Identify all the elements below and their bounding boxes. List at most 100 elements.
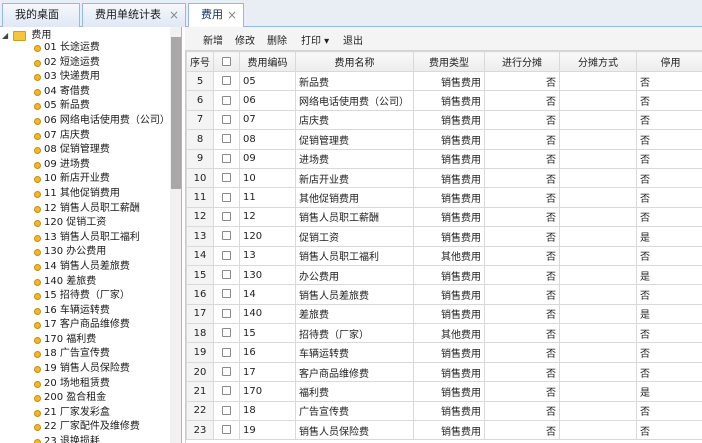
table-row[interactable]: 17 140 差旅费 销售费用否 是 <box>186 303 702 325</box>
table-row[interactable]: 9 09 进场费 销售费用否否 <box>186 148 702 169</box>
tree-item[interactable]: 18 广告宣传费 <box>0 347 168 362</box>
row-checkbox[interactable] <box>222 405 231 415</box>
tree-item[interactable]: 03 快递费用 <box>0 70 168 85</box>
table-row[interactable]: 5 05 新品费 销售费用否否 <box>186 70 702 92</box>
row-checkbox-cell[interactable] <box>213 187 240 208</box>
table-row[interactable]: 6 06 网络电话使用费（公司） 销售费用否否 <box>186 90 702 111</box>
col-header-alloc[interactable]: 进行分摊 <box>484 51 560 72</box>
row-checkbox-cell[interactable] <box>213 226 240 247</box>
col-header-type[interactable]: 费用类型 <box>413 51 485 72</box>
tree-item[interactable]: 16 车辆运转费 <box>0 304 168 319</box>
table-row[interactable]: 20 17 客户商品维修费 销售费用否否 <box>186 361 702 383</box>
col-header-no[interactable]: 序号 <box>186 51 214 72</box>
row-checkbox-cell[interactable] <box>213 264 240 286</box>
tree-item[interactable]: 05 新品费 <box>0 99 168 114</box>
tree-item[interactable]: 07 店庆费 <box>0 129 168 144</box>
table-row[interactable]: 18 15 招待费（厂家） 其他费用否否 <box>186 323 702 344</box>
table-row[interactable]: 15 130 办公费用 销售费用否 是 <box>186 264 702 286</box>
row-checkbox-cell[interactable] <box>213 323 240 344</box>
row-checkbox-cell[interactable] <box>213 420 240 441</box>
delete-button[interactable]: 删除 <box>267 32 287 47</box>
tree-item[interactable]: 170 福利费 <box>0 333 168 348</box>
tree-item[interactable]: 01 长途运费 <box>0 41 168 56</box>
row-checkbox[interactable] <box>222 192 231 202</box>
tree-item[interactable]: 140 差旅费 <box>0 275 168 290</box>
select-all-checkbox[interactable] <box>222 56 231 66</box>
tree-item[interactable]: 08 促销管理费 <box>0 143 168 158</box>
row-checkbox-cell[interactable] <box>213 245 240 266</box>
row-checkbox-cell[interactable] <box>213 400 240 422</box>
col-header-method[interactable]: 分摊方式 <box>559 51 637 72</box>
row-checkbox-cell[interactable] <box>213 303 240 325</box>
tab-expense[interactable]: 费用 × <box>188 3 244 28</box>
row-checkbox-cell[interactable] <box>213 148 240 169</box>
row-checkbox[interactable] <box>222 250 231 260</box>
row-checkbox-cell[interactable] <box>213 109 240 131</box>
tree-item[interactable]: 20 场地租赁费 <box>0 377 168 392</box>
row-checkbox[interactable] <box>222 76 231 86</box>
tree-item[interactable]: 09 进场费 <box>0 158 168 173</box>
row-checkbox[interactable] <box>222 153 231 163</box>
col-header-name[interactable]: 费用名称 <box>295 51 414 72</box>
col-header-select[interactable] <box>213 51 240 72</box>
table-row[interactable]: 12 12 销售人员职工薪酬 销售费用否否 <box>186 206 702 228</box>
row-checkbox[interactable] <box>222 308 231 318</box>
col-header-code[interactable]: 费用编码 <box>239 51 296 72</box>
table-row[interactable]: 23 19 销售人员保险费 销售费用否否 <box>186 420 702 441</box>
row-checkbox-cell[interactable] <box>213 129 240 150</box>
tree-item[interactable]: 13 销售人员职工福利 <box>0 231 168 246</box>
close-icon[interactable]: × <box>169 4 179 26</box>
row-checkbox[interactable] <box>222 425 231 435</box>
row-checkbox[interactable] <box>222 367 231 377</box>
table-row[interactable]: 8 08 促销管理费 销售费用否否 <box>186 129 702 150</box>
table-row[interactable]: 16 14 销售人员差旅费 销售费用否否 <box>186 284 702 305</box>
tree-item[interactable]: 06 网络电话使用费（公司） <box>0 114 170 129</box>
tab-expense-stats[interactable]: 费用单统计表 × <box>82 3 186 27</box>
row-checkbox[interactable] <box>222 270 231 280</box>
row-checkbox[interactable] <box>222 211 231 221</box>
row-checkbox[interactable] <box>222 134 231 144</box>
table-row[interactable]: 11 11 其他促销费用 销售费用否否 <box>186 187 702 208</box>
row-checkbox[interactable] <box>222 328 231 338</box>
row-checkbox-cell[interactable] <box>213 167 240 189</box>
tree-item[interactable]: 17 客户商品维修费 <box>0 318 168 333</box>
exit-button[interactable]: 退出 <box>343 32 363 47</box>
table-row[interactable]: 19 16 车辆运转费 销售费用否否 <box>186 342 702 363</box>
tree-item[interactable]: 10 新店开业费 <box>0 172 168 187</box>
scrollbar-thumb[interactable] <box>171 37 181 189</box>
row-checkbox-cell[interactable] <box>213 206 240 228</box>
tree-item[interactable]: 130 办公费用 <box>0 245 168 260</box>
row-checkbox[interactable] <box>222 173 231 183</box>
add-button[interactable]: 新增 <box>203 32 223 47</box>
tree-scrollbar[interactable] <box>170 27 181 443</box>
tree-item[interactable]: 23 退换损耗 <box>0 435 168 443</box>
tree-item[interactable]: 12 销售人员职工薪酬 <box>0 202 168 217</box>
table-row[interactable]: 7 07 店庆费 销售费用否否 <box>186 109 702 131</box>
tree-item[interactable]: 11 其他促销费用 <box>0 187 168 202</box>
tree-item[interactable]: 200 盈合租金 <box>0 391 168 406</box>
table-row[interactable]: 14 13 销售人员职工福利 其他费用否否 <box>186 245 702 266</box>
row-checkbox-cell[interactable] <box>213 284 240 305</box>
row-checkbox-cell[interactable] <box>213 342 240 363</box>
tree-item[interactable]: 22 厂家配件及维修费 <box>0 420 168 435</box>
tab-desktop[interactable]: 我的桌面 <box>2 3 80 27</box>
row-checkbox-cell[interactable] <box>213 70 240 92</box>
table-row[interactable]: 22 18 广告宣传费 销售费用否否 <box>186 400 702 422</box>
table-row[interactable]: 13 120 促销工资 销售费用否 是 <box>186 226 702 247</box>
row-checkbox-cell[interactable] <box>213 381 240 402</box>
tree-item[interactable]: 14 销售人员差旅费 <box>0 260 168 275</box>
tree-item[interactable]: 02 短途运费 <box>0 56 168 71</box>
table-row[interactable]: 10 10 新店开业费 销售费用否否 <box>186 167 702 189</box>
print-button[interactable]: 打印 ▾ <box>301 32 329 47</box>
row-checkbox[interactable] <box>222 289 231 299</box>
row-checkbox[interactable] <box>222 386 231 396</box>
edit-button[interactable]: 修改 <box>235 32 255 47</box>
tree-item[interactable]: 04 寄借费 <box>0 85 168 100</box>
col-header-disabled[interactable]: 停用 <box>636 51 702 72</box>
tree-item[interactable]: 19 销售人员保险费 <box>0 362 168 377</box>
row-checkbox[interactable] <box>222 114 231 124</box>
close-icon[interactable]: × <box>227 4 237 26</box>
row-checkbox-cell[interactable] <box>213 90 240 111</box>
table-row[interactable]: 21 170 福利费 销售费用否 是 <box>186 381 702 402</box>
tree-item[interactable]: 120 促销工资 <box>0 216 168 231</box>
